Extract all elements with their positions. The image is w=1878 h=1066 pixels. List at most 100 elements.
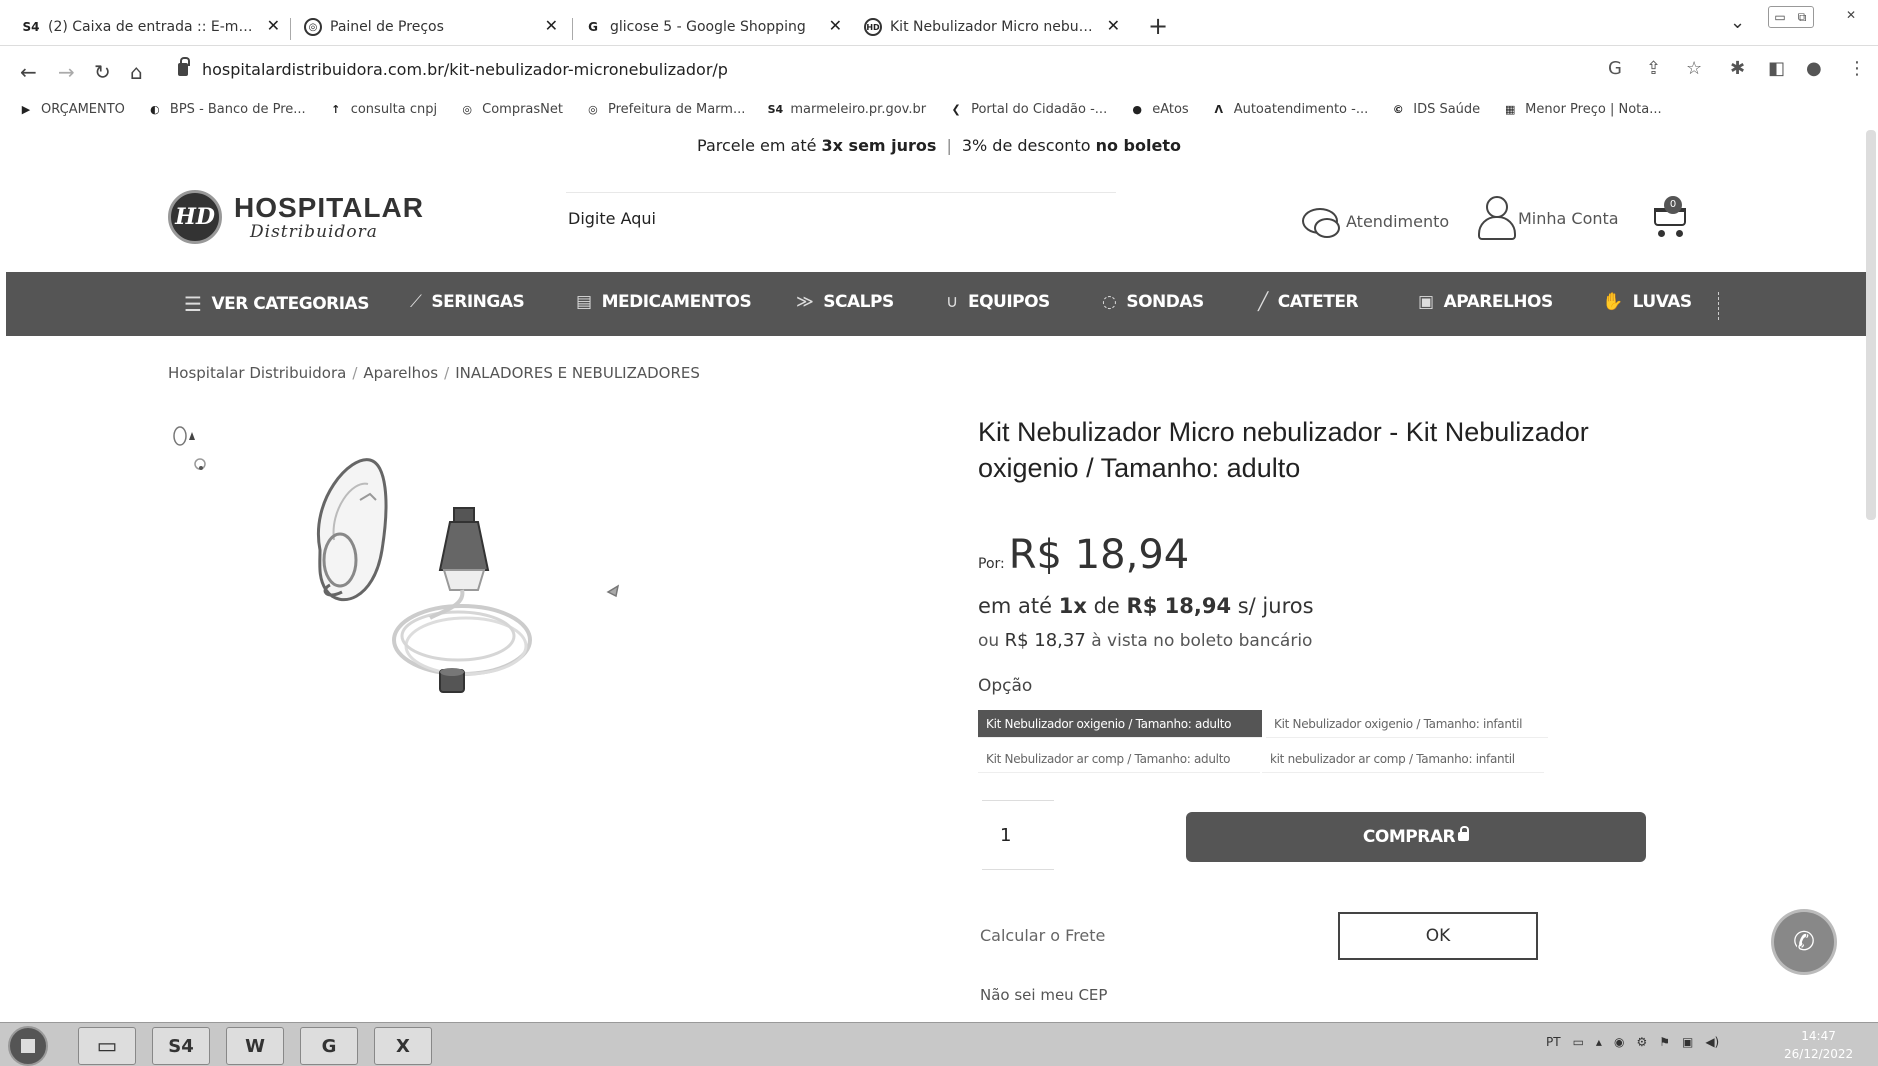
- tab-email[interactable]: S4 (2) Caixa de entrada :: E-mail - ... …: [22, 14, 281, 40]
- globe-icon: ◎: [588, 102, 598, 116]
- sidepanel-icon[interactable]: ◧: [1768, 58, 1785, 79]
- forward-icon[interactable]: →: [58, 60, 75, 84]
- tab-kit-nebulizador[interactable]: HD Kit Nebulizador Micro nebulizad... ✕: [864, 14, 1120, 40]
- nav-ver-categorias[interactable]: ☰ VER CATEGORIAS: [184, 292, 369, 316]
- nav-seringas[interactable]: ⟋ SERINGAS: [410, 292, 525, 312]
- bookmark-item[interactable]: ◐ BPS - Banco de Pre...: [147, 101, 306, 117]
- medicine-icon: ▤: [576, 292, 592, 312]
- chrome-icon[interactable]: G: [300, 1027, 358, 1065]
- product-title: Kit Nebulizador Micro nebulizador - Kit …: [978, 417, 1589, 483]
- star-icon[interactable]: ☆: [1686, 58, 1702, 79]
- category-nav: ☰ VER CATEGORIAS ⟋ SERINGAS ▤ MEDICAMENTOS …: [6, 272, 1868, 336]
- lock-icon: [178, 57, 190, 76]
- url-text: hospitalardistribuidora.com.br/kit-nebul…: [202, 60, 728, 79]
- breadcrumb-link[interactable]: Aparelhos: [363, 364, 438, 382]
- home-icon[interactable]: ⌂: [130, 60, 143, 84]
- cart-button[interactable]: 0: [1650, 196, 1690, 238]
- flag-icon[interactable]: ⚑: [1659, 1035, 1670, 1049]
- cep-help-link[interactable]: Não sei meu CEP: [980, 986, 1107, 1004]
- nav-luvas[interactable]: ✋ LUVAS: [1602, 292, 1692, 312]
- window-controls: ▭ ⧉: [1768, 6, 1814, 28]
- excel-icon[interactable]: X: [374, 1027, 432, 1065]
- option-oxigenio-adulto[interactable]: Kit Nebulizador oxigenio / Tamanho: adul…: [978, 710, 1262, 738]
- whatsapp-button[interactable]: ✆: [1774, 912, 1834, 972]
- atendimento-link[interactable]: Atendimento: [1300, 204, 1449, 238]
- nav-medicamentos[interactable]: ▤ MEDICAMENTOS: [576, 292, 752, 312]
- tab-label: glicose 5 - Google Shopping: [610, 19, 806, 35]
- nav-cateter[interactable]: ╱ CATETER: [1258, 292, 1359, 312]
- search-input[interactable]: Digite Aqui: [566, 192, 1116, 246]
- site-logo[interactable]: HD HOSPITALAR Distribuidora: [168, 190, 424, 244]
- tray-app-icon[interactable]: ◉: [1614, 1035, 1624, 1049]
- cash-price-info: ou R$ 18,37 à vista no boleto bancário: [978, 630, 1313, 651]
- close-icon[interactable]: ✕: [829, 16, 842, 35]
- bookmark-item[interactable]: Λ Autoatendimento -...: [1211, 101, 1368, 117]
- breadcrumb-link[interactable]: Hospitalar Distribuidora: [168, 364, 346, 382]
- reload-icon[interactable]: ↻: [94, 60, 111, 84]
- bookmark-item[interactable]: ❮ Portal do Cidadão -...: [948, 101, 1107, 117]
- nav-aparelhos[interactable]: ▣ APARELHOS: [1418, 292, 1553, 312]
- clock[interactable]: 14:47 26/12/2022: [1784, 1027, 1853, 1063]
- buy-button[interactable]: COMPRAR: [1186, 812, 1646, 862]
- option-ar-comp-adulto[interactable]: Kit Nebulizador ar comp / Tamanho: adult…: [978, 745, 1260, 773]
- profile-icon[interactable]: ●: [1806, 58, 1822, 79]
- bookmark-item[interactable]: ▶ ORÇAMENTO: [18, 101, 125, 117]
- keyboard-icon[interactable]: ▭: [1573, 1035, 1584, 1049]
- menu-icon[interactable]: ⋮: [1848, 58, 1866, 79]
- start-button[interactable]: [8, 1026, 48, 1066]
- language-indicator[interactable]: PT: [1546, 1035, 1561, 1049]
- syringe-icon: ⟋: [410, 292, 422, 312]
- nav-scalps[interactable]: ≫ SCALPS: [796, 292, 894, 312]
- close-icon[interactable]: ✕: [1107, 16, 1120, 35]
- nav-divider: [1718, 292, 1719, 320]
- monitor-icon: ▣: [1418, 292, 1434, 312]
- close-icon[interactable]: ✕: [545, 16, 558, 35]
- quantity-input[interactable]: 1: [982, 800, 1054, 870]
- minimize-icon[interactable]: ▭: [1769, 7, 1791, 27]
- s4-app-icon[interactable]: S4: [152, 1027, 210, 1065]
- tab-google-shopping[interactable]: G glicose 5 - Google Shopping ✕: [584, 14, 842, 40]
- breadcrumb-current[interactable]: INALADORES E NEBULIZADORES: [455, 364, 700, 382]
- volume-icon[interactable]: ◀): [1705, 1035, 1719, 1049]
- chevron-down-icon[interactable]: ⌄: [1730, 12, 1745, 33]
- word-icon[interactable]: W: [226, 1027, 284, 1065]
- shipping-ok-button[interactable]: OK: [1338, 912, 1538, 960]
- chevron-left-icon: ❮: [951, 102, 961, 116]
- google-lens-icon[interactable]: G: [1608, 58, 1622, 79]
- nav-sondas[interactable]: ◌ SONDAS: [1102, 292, 1204, 312]
- product-thumbnail[interactable]: [170, 422, 216, 476]
- nav-equipos[interactable]: ∪ EQUIPOS: [946, 292, 1050, 312]
- bookmark-item[interactable]: ▦ Menor Preço | Nota...: [1502, 101, 1662, 117]
- tab-painel-precos[interactable]: ◎ Painel de Preços ✕: [304, 14, 558, 40]
- close-window-icon[interactable]: ✕: [1846, 8, 1856, 22]
- back-icon[interactable]: ←: [20, 60, 37, 84]
- new-tab-icon[interactable]: +: [1148, 12, 1168, 40]
- system-tray: PT ▭ ▴ ◉ ⚙ ⚑ ▣ ◀): [1546, 1035, 1731, 1049]
- share-icon[interactable]: ⇪: [1646, 58, 1661, 79]
- bookmark-item[interactable]: © IDS Saúde: [1390, 101, 1480, 117]
- s4-favicon-icon: S4: [22, 20, 40, 34]
- bookmark-item[interactable]: ↑ consulta cnpj: [328, 101, 437, 117]
- address-bar[interactable]: hospitalardistribuidora.com.br/kit-nebul…: [178, 57, 728, 79]
- price-value: R$ 18,94: [1008, 532, 1190, 578]
- breadcrumb-separator: /: [352, 364, 358, 382]
- page-scrollbar[interactable]: [1866, 130, 1876, 520]
- bookmark-item[interactable]: ◎ ComprasNet: [459, 101, 563, 117]
- logo-mark: HD: [168, 190, 222, 244]
- extensions-icon[interactable]: ✱: [1730, 58, 1745, 79]
- close-icon[interactable]: ✕: [267, 16, 280, 35]
- minha-conta-link[interactable]: Minha Conta: [1476, 196, 1619, 240]
- network-icon[interactable]: ⚙: [1636, 1035, 1647, 1049]
- file-explorer-icon[interactable]: ▭: [78, 1027, 136, 1065]
- chevron-up-icon[interactable]: ▴: [1596, 1035, 1602, 1049]
- receipt-icon: ▦: [1504, 102, 1516, 116]
- option-ar-comp-infantil[interactable]: kit nebulizador ar comp / Tamanho: infan…: [1262, 745, 1544, 773]
- option-oxigenio-infantil[interactable]: Kit Nebulizador oxigenio / Tamanho: infa…: [1266, 710, 1548, 738]
- restore-icon[interactable]: ⧉: [1791, 7, 1813, 27]
- display-icon[interactable]: ▣: [1682, 1035, 1693, 1049]
- option-label: Opção: [978, 676, 1033, 696]
- bookmark-item[interactable]: ◎ Prefeitura de Marm...: [585, 101, 745, 117]
- bookmark-item[interactable]: S4 marmeleiro.pr.gov.br: [767, 101, 927, 117]
- bookmark-item[interactable]: ● eAtos: [1129, 101, 1188, 117]
- scalp-icon: ≫: [796, 292, 814, 312]
